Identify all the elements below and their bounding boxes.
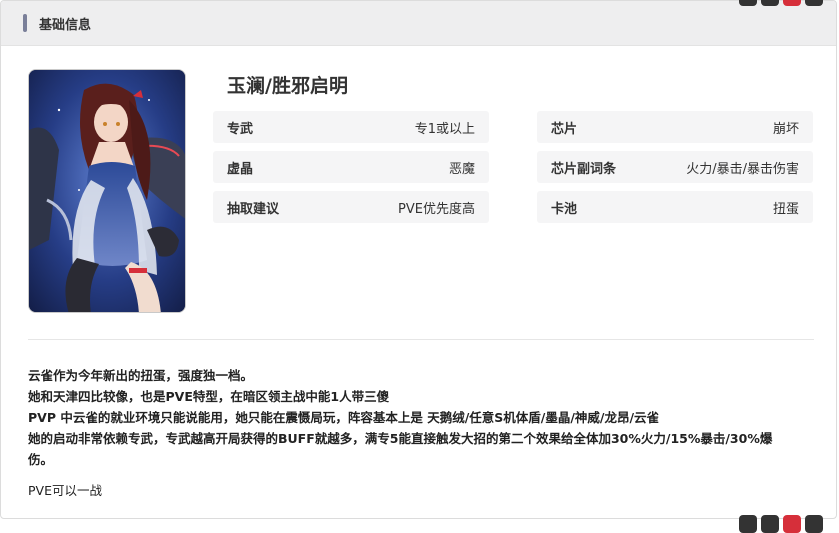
attr-key: 虚晶 xyxy=(227,161,254,177)
attr-value: PVE优先度高 xyxy=(398,201,475,217)
attr-value: 扭蛋 xyxy=(772,201,799,217)
toolbar-button-red[interactable] xyxy=(783,515,801,533)
toolbar-button[interactable] xyxy=(805,0,823,6)
attr-banner: 卡池 扭蛋 xyxy=(537,191,813,223)
panel-title: 基础信息 xyxy=(39,17,92,33)
description-line: 她的启动非常依赖专武，专武越高开局获得的BUFF就越多，满专5能直接触发大招的第… xyxy=(28,431,773,467)
character-portrait-art xyxy=(29,70,185,312)
character-portrait xyxy=(28,69,186,313)
attr-pull-advice: 抽取建议 PVE优先度高 xyxy=(213,191,489,223)
top-corner-toolbar xyxy=(739,0,823,6)
toolbar-button[interactable] xyxy=(805,515,823,533)
attr-key: 专武 xyxy=(227,121,254,137)
attr-key: 芯片 xyxy=(551,121,578,137)
attr-value: 恶魔 xyxy=(448,161,475,177)
character-description: 云雀作为今年新出的扭蛋，强度独一档。 她和天津四比较像，也是PVE特型，在暗区领… xyxy=(28,365,788,501)
toolbar-button[interactable] xyxy=(761,0,779,6)
toolbar-button[interactable] xyxy=(761,515,779,533)
description-line: PVP 中云雀的就业环境只能说能用，她只能在震慑局玩，阵容基本上是 天鹅绒/任意… xyxy=(28,410,660,425)
section-divider xyxy=(28,339,814,340)
attr-value: 火力/暴击/暴击伤害 xyxy=(686,161,799,177)
description-footer: PVE可以一战 xyxy=(28,483,102,498)
info-panel: 基础信息 玉澜/胜邪启明 专武 专1或以上 虚晶 恶魔 抽取建议 PVE优先度高… xyxy=(0,0,837,519)
description-line: 她和天津四比较像，也是PVE特型，在暗区领主战中能1人带三傻 xyxy=(28,389,390,404)
toolbar-button[interactable] xyxy=(739,515,757,533)
toolbar-button-red[interactable] xyxy=(783,0,801,6)
toolbar-button[interactable] xyxy=(739,0,757,6)
attr-weapon: 专武 专1或以上 xyxy=(213,111,489,143)
attr-crystal: 虚晶 恶魔 xyxy=(213,151,489,183)
attr-chip-substats: 芯片副词条 火力/暴击/暴击伤害 xyxy=(537,151,813,183)
attr-key: 芯片副词条 xyxy=(551,161,617,177)
attr-value: 崩坏 xyxy=(772,121,799,137)
panel-header: 基础信息 xyxy=(1,1,836,46)
attr-key: 抽取建议 xyxy=(227,201,280,217)
attr-value: 专1或以上 xyxy=(414,121,475,137)
header-accent-bar xyxy=(23,14,27,32)
description-line: 云雀作为今年新出的扭蛋，强度独一档。 xyxy=(28,368,254,383)
character-name: 玉澜/胜邪启明 xyxy=(227,75,348,97)
attr-chip: 芯片 崩坏 xyxy=(537,111,813,143)
attr-key: 卡池 xyxy=(551,201,578,217)
bottom-corner-toolbar xyxy=(739,515,823,533)
